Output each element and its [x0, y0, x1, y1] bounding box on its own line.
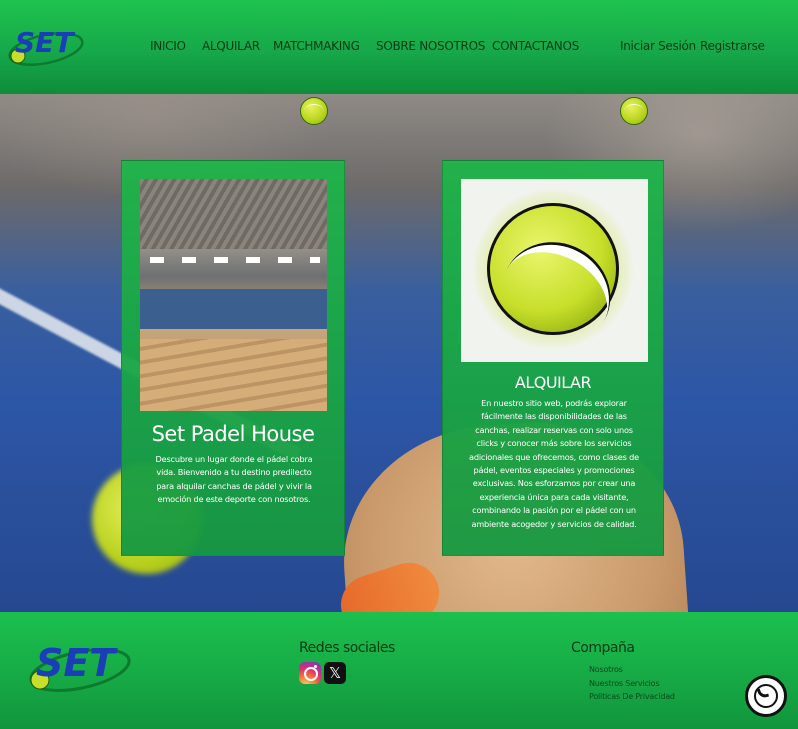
- whatsapp-icon[interactable]: [745, 675, 787, 717]
- tennis-ball-icon: [300, 97, 328, 125]
- hero-background: [0, 94, 798, 612]
- svg-text:SET: SET: [36, 641, 118, 685]
- social-title: Redes sociales: [299, 640, 395, 656]
- nav-item-sobre-nosotros[interactable]: SOBRE NOSOTROS: [376, 39, 485, 53]
- tennis-ball-icon: [620, 97, 648, 125]
- club-interior-photo: [140, 179, 327, 411]
- nav-item-matchmaking[interactable]: MATCHMAKING: [273, 39, 360, 53]
- footer-logo-icon[interactable]: SET: [24, 636, 132, 698]
- footer-link-servicios[interactable]: Nuestros Servicios: [589, 677, 675, 691]
- site-header: SET INICIO ALQUILAR MATCHMAKING SOBRE NO…: [0, 0, 798, 94]
- nav-item-alquilar[interactable]: ALQUILAR: [202, 39, 260, 53]
- site-footer: SET Redes sociales 𝕏 Compaña Nosotros Nu…: [0, 612, 798, 729]
- company-title: Compaña: [571, 640, 635, 656]
- card-set-padel-house: Set Padel House Descubre un lugar donde …: [121, 160, 345, 556]
- card-alquilar: ALQUILAR En nuestro sitio web, podrás ex…: [442, 160, 664, 556]
- nav-item-inicio[interactable]: INICIO: [150, 39, 186, 53]
- login-link[interactable]: Iniciar Sesión: [620, 39, 696, 53]
- tennis-ball-illustration: [461, 179, 648, 362]
- instagram-icon[interactable]: [299, 662, 321, 684]
- card-description: Descubre un lugar donde el pádel cobra v…: [155, 454, 313, 505]
- svg-text:SET: SET: [15, 26, 75, 59]
- card-title: Set Padel House: [151, 422, 315, 446]
- footer-link-nosotros[interactable]: Nosotros: [589, 663, 675, 677]
- card-description: En nuestro sitio web, podrás explorar fá…: [469, 398, 639, 529]
- footer-link-privacidad[interactable]: Politicas De Privacidad: [589, 690, 675, 704]
- register-link[interactable]: Registrarse: [700, 39, 765, 53]
- card-title: ALQUILAR: [514, 373, 592, 392]
- nav-item-contactanos[interactable]: CONTACTANOS: [492, 39, 579, 53]
- x-twitter-icon[interactable]: 𝕏: [324, 662, 346, 684]
- set-logo-icon[interactable]: SET: [6, 22, 86, 70]
- company-links: Nosotros Nuestros Servicios Politicas De…: [589, 663, 675, 704]
